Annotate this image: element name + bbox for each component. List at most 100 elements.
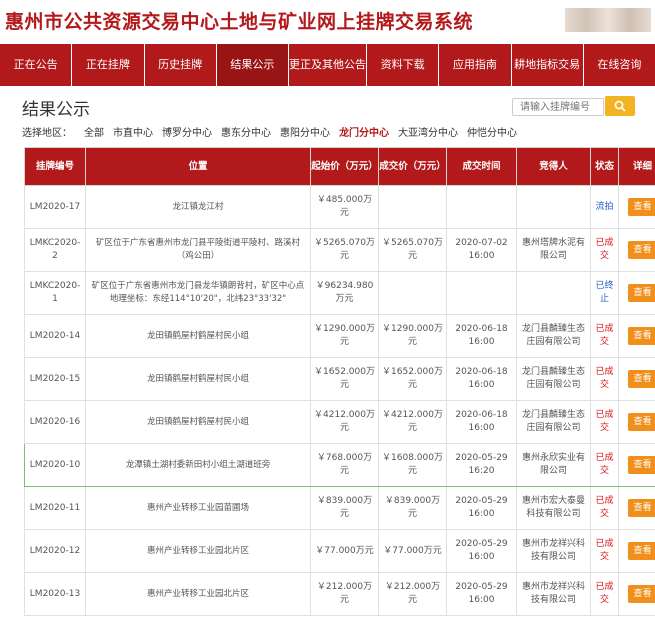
deal-time-cell: 2020-05-29 16:00 (446, 529, 517, 573)
search-icon (614, 100, 626, 112)
region-label: 选择地区： (22, 128, 72, 139)
deal-time-cell: 2020-06-18 16:00 (446, 357, 517, 401)
detail-cell: 查看 (618, 271, 655, 315)
location-cell: 矿区位于广东省惠州市龙门县平陵街道平陵村、路溪村（鸡公田） (85, 228, 311, 272)
listing-id-cell: LMKC2020-1 (24, 271, 86, 315)
search-input[interactable] (512, 98, 604, 116)
nav-item[interactable]: 历史挂牌 (145, 44, 217, 86)
results-table: 挂牌编号 位置 起始价（万元） 成交价（万元） 成交时间 竞得人 状态 详细 LM2020-1… (24, 147, 655, 616)
listing-id-cell: LM2020-15 (24, 357, 86, 401)
table-row: LMKC2020-2 矿区位于广东省惠州市龙门县平陵街道平陵村、路溪村（鸡公田） ￥… (24, 228, 655, 272)
listing-id-cell: LM2020-16 (24, 400, 86, 444)
detail-cell: 查看 (618, 400, 655, 444)
deal-time-cell: 2020-06-18 16:00 (446, 400, 517, 444)
blurred-logo (565, 8, 651, 32)
status-cell: 已成交 (590, 400, 619, 444)
view-detail-button[interactable]: 查看 (627, 542, 655, 560)
location-cell: 惠州产业转移工业园北片区 (85, 529, 311, 573)
status-cell: 已成交 (590, 572, 619, 616)
nav-item[interactable]: 应用指南 (439, 44, 512, 86)
nav-item[interactable]: 资料下载 (367, 44, 440, 86)
view-detail-button[interactable]: 查看 (627, 198, 655, 216)
table-row: LM2020-11 惠州产业转移工业园苗圃场 ￥839.000万元 ￥839.000万… (24, 486, 655, 530)
deal-time-cell: 2020-05-29 16:00 (446, 572, 517, 616)
winner-cell: 龙门县麟臻生态庄园有限公司 (516, 314, 591, 358)
region-option[interactable]: 龙门分中心 (339, 124, 389, 139)
column-header: 成交时间 (446, 147, 517, 186)
winner-cell: 惠州市宏大泰曼科技有限公司 (516, 486, 591, 530)
winner-cell (516, 185, 591, 229)
nav-item[interactable]: 结果公示 (216, 44, 289, 86)
deal-time-cell: 2020-05-29 16:20 (446, 443, 517, 487)
column-header: 成交价（万元） (378, 147, 447, 186)
deal-price-cell: ￥4212.000万元 (378, 400, 447, 444)
page-title: 结果公示 (22, 100, 90, 120)
nav-item[interactable]: 正在公告 (0, 44, 73, 86)
table-row: LM2020-12 惠州产业转移工业园北片区 ￥77.000万元 ￥77.000万元 2… (24, 529, 655, 573)
nav-item[interactable]: 正在挂牌 (72, 44, 145, 86)
view-detail-button[interactable]: 查看 (627, 241, 655, 259)
status-cell: 已成交 (590, 314, 619, 358)
deal-price-cell: ￥1290.000万元 (378, 314, 447, 358)
region-option[interactable]: 惠阳分中心 (280, 124, 330, 139)
column-header: 起始价（万元） (310, 147, 379, 186)
nav-item[interactable]: 耕地指标交易 (512, 44, 584, 86)
deal-price-cell: ￥212.000万元 (378, 572, 447, 616)
table-body: LM2020-17 龙江镇龙江村 ￥485.000万元 流拍 查看 LMKC2020-2 矿… (24, 185, 655, 616)
site-header: 惠州市公共资源交易中心土地与矿业网上挂牌交易系统 (0, 0, 655, 44)
listing-id-cell: LM2020-13 (24, 572, 86, 616)
main-nav: 正在公告 正在挂牌 历史挂牌 结果公示 更正及其他公告 资料下载 应用指南 耕地指标交易 在线咨… (0, 44, 655, 86)
start-price-cell: ￥839.000万元 (310, 486, 379, 530)
detail-cell: 查看 (618, 529, 655, 573)
region-option[interactable]: 大亚湾分中心 (398, 124, 458, 139)
start-price-cell: ￥768.000万元 (310, 443, 379, 487)
location-cell: 龙田镇鹤屋村鹤屋村民小组 (85, 400, 311, 444)
detail-cell: 查看 (618, 486, 655, 530)
view-detail-button[interactable]: 查看 (627, 456, 655, 474)
view-detail-button[interactable]: 查看 (627, 413, 655, 431)
view-detail-button[interactable]: 查看 (627, 370, 655, 388)
view-detail-button[interactable]: 查看 (627, 585, 655, 603)
region-option[interactable]: 惠东分中心 (221, 124, 271, 139)
column-header: 状态 (590, 147, 619, 186)
status-cell: 流拍 (590, 185, 619, 229)
start-price-cell: ￥212.000万元 (310, 572, 379, 616)
status-cell: 已成交 (590, 529, 619, 573)
column-header: 详细 (618, 147, 655, 186)
start-price-cell: ￥5265.070万元 (310, 228, 379, 272)
location-cell: 龙田镇鹤屋村鹤屋村民小组 (85, 314, 311, 358)
nav-item[interactable]: 更正及其他公告 (289, 44, 367, 86)
start-price-cell: ￥485.000万元 (310, 185, 379, 229)
view-detail-button[interactable]: 查看 (627, 327, 655, 345)
deal-time-cell (446, 185, 517, 229)
listing-id-cell: LM2020-17 (24, 185, 86, 229)
listing-id-cell: LM2020-10 (24, 443, 86, 487)
table-row: LM2020-13 惠州产业转移工业园北片区 ￥212.000万元 ￥212.000万… (24, 572, 655, 616)
status-cell: 已成交 (590, 486, 619, 530)
location-cell: 龙潭镇土湖村委新田村小组土湖道班旁 (85, 443, 311, 487)
nav-item[interactable]: 在线咨询 (584, 44, 655, 86)
winner-cell: 惠州市龙祥兴科技有限公司 (516, 529, 591, 573)
deal-price-cell: ￥77.000万元 (378, 529, 447, 573)
table-row: LMKC2020-1 矿区位于广东省惠州市龙门县龙华镇朗背村，矿区中心点地理坐标：… (24, 271, 655, 315)
start-price-cell: ￥77.000万元 (310, 529, 379, 573)
start-price-cell: ￥4212.000万元 (310, 400, 379, 444)
view-detail-button[interactable]: 查看 (627, 284, 655, 302)
results-table-wrap: 挂牌编号 位置 起始价（万元） 成交价（万元） 成交时间 竞得人 状态 详细 LM2020-1… (24, 147, 655, 616)
view-detail-button[interactable]: 查看 (627, 499, 655, 517)
site-title: 惠州市公共资源交易中心土地与矿业网上挂牌交易系统 (5, 11, 474, 33)
region-option[interactable]: 市直中心 (113, 124, 153, 139)
start-price-cell: ￥1652.000万元 (310, 357, 379, 401)
search-button[interactable] (605, 96, 635, 116)
detail-cell: 查看 (618, 228, 655, 272)
winner-cell: 惠州永欣实业有限公司 (516, 443, 591, 487)
region-option[interactable]: 仲恺分中心 (467, 124, 517, 139)
column-header: 竞得人 (516, 147, 591, 186)
region-option[interactable]: 全部 (84, 124, 104, 139)
status-cell: 已成交 (590, 443, 619, 487)
region-option[interactable]: 博罗分中心 (162, 124, 212, 139)
detail-cell: 查看 (618, 357, 655, 401)
listing-id-cell: LM2020-14 (24, 314, 86, 358)
table-row: LM2020-15 龙田镇鹤屋村鹤屋村民小组 ￥1652.000万元 ￥1652.00… (24, 357, 655, 401)
deal-price-cell: ￥1652.000万元 (378, 357, 447, 401)
